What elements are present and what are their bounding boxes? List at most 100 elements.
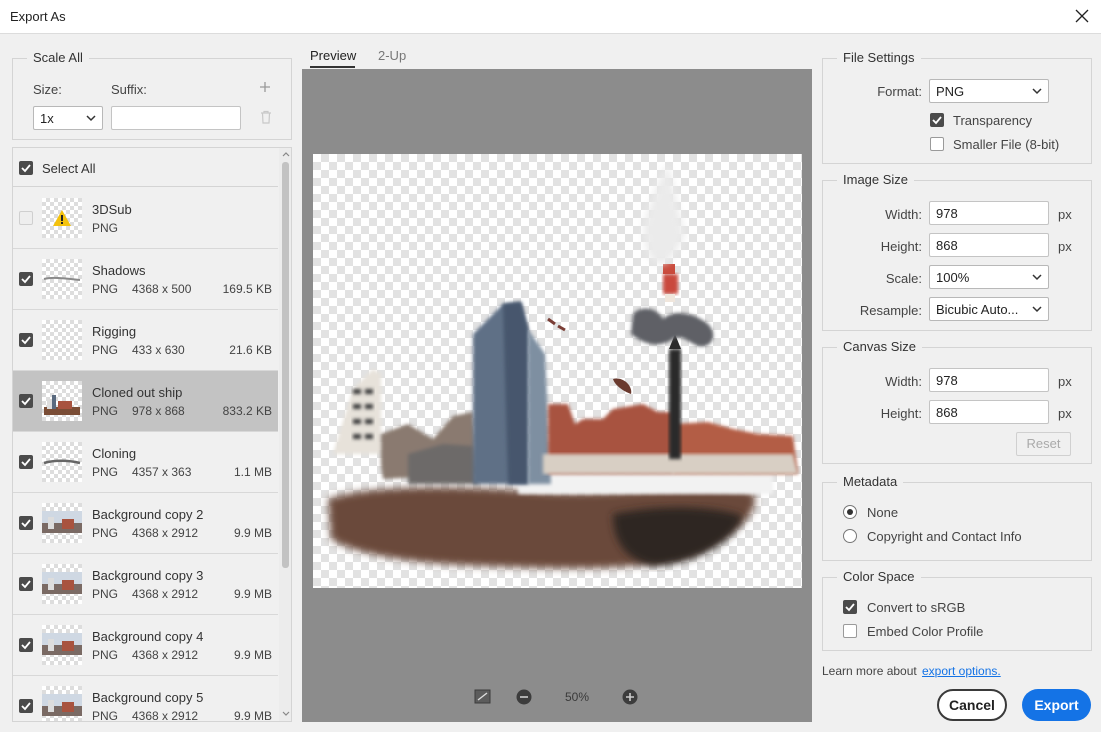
layer-file-size: 169.5 KB — [222, 282, 272, 296]
layer-checkbox[interactable] — [19, 211, 33, 225]
file-settings-legend: File Settings — [837, 50, 921, 65]
metadata-none-label: None — [867, 505, 899, 520]
chevron-down-icon — [1032, 88, 1042, 95]
layer-dimensions: 978 x 868 — [132, 404, 185, 418]
image-width-input[interactable]: 978 — [929, 201, 1049, 225]
layer-format: PNG — [92, 526, 119, 540]
tab-preview[interactable]: Preview — [310, 48, 356, 63]
layer-checkbox[interactable] — [19, 699, 33, 713]
layer-name: Cloning — [92, 446, 137, 461]
format-select-value: PNG — [936, 84, 965, 99]
layer-row[interactable]: Shadows PNG 4368 x 500 169.5 KB — [13, 249, 278, 310]
add-scale-icon[interactable] — [259, 81, 271, 93]
layer-name: Background copy 4 — [92, 629, 204, 644]
layer-file-size: 21.6 KB — [229, 343, 272, 357]
export-button[interactable]: Export — [1022, 689, 1091, 721]
size-select[interactable]: 1x — [33, 106, 103, 130]
resample-label: Resample: — [859, 303, 922, 318]
layer-thumbnail — [42, 564, 82, 604]
layer-checkbox[interactable] — [19, 333, 33, 347]
metadata-copyright-label: Copyright and Contact Info — [867, 529, 1022, 544]
layer-format: PNG — [92, 343, 119, 357]
canvas-height-input[interactable]: 868 — [929, 400, 1049, 424]
image-height-label: Height: — [880, 239, 922, 254]
image-height-input[interactable]: 868 — [929, 233, 1049, 257]
tab-2-up[interactable]: 2-Up — [378, 48, 406, 63]
color-space-group: Color Space Convert to sRGB Embed Color … — [822, 569, 1092, 651]
layer-thumbnail — [42, 442, 82, 482]
scrollbar-thumb[interactable] — [282, 162, 289, 568]
chevron-down-icon — [86, 115, 96, 122]
layer-checkbox[interactable] — [19, 638, 33, 652]
layer-file-size: 9.9 MB — [233, 526, 272, 540]
resample-select[interactable]: Bicubic Auto... — [929, 297, 1049, 321]
layer-dimensions: 433 x 630 — [132, 343, 185, 357]
layer-checkbox[interactable] — [19, 577, 33, 591]
layer-format: PNG — [92, 709, 119, 722]
layer-thumbnail — [42, 625, 82, 665]
embed-profile-checkbox[interactable] — [843, 624, 857, 638]
metadata-none-radio[interactable] — [843, 505, 857, 519]
layer-row[interactable]: Cloned out ship PNG 978 x 868 833.2 KB — [13, 371, 278, 432]
smaller-file-checkbox[interactable] — [930, 137, 944, 151]
layer-row[interactable]: Background copy 3 PNG 4368 x 2912 9.9 MB — [13, 554, 278, 615]
canvas-size-legend: Canvas Size — [837, 339, 922, 354]
layer-file-size: 9.9 MB — [233, 587, 272, 601]
scale-select[interactable]: 100% — [929, 265, 1049, 289]
layer-file-size: 9.9 MB — [233, 648, 272, 662]
canvas-width-input[interactable]: 978 — [929, 368, 1049, 392]
fit-to-screen-icon[interactable] — [474, 689, 491, 704]
scroll-down-icon[interactable] — [282, 711, 290, 717]
layer-format: PNG — [92, 221, 119, 235]
canvas-size-group: Canvas Size Width: 978 px Height: 868 px… — [822, 339, 1092, 464]
layer-name: Cloned out ship — [92, 385, 183, 400]
cancel-button[interactable]: Cancel — [937, 689, 1007, 721]
layer-row[interactable]: Rigging PNG 433 x 630 21.6 KB — [13, 310, 278, 371]
transparency-checkbox[interactable] — [930, 113, 944, 127]
layer-name: Rigging — [92, 324, 137, 339]
format-select[interactable]: PNG — [929, 79, 1049, 103]
layer-dimensions: 4368 x 2912 — [132, 587, 199, 601]
suffix-input[interactable] — [111, 106, 241, 130]
layer-row[interactable]: Background copy 2 PNG 4368 x 2912 9.9 MB — [13, 493, 278, 554]
color-space-legend: Color Space — [837, 569, 921, 584]
layer-row[interactable]: Cloning PNG 4357 x 363 1.1 MB — [13, 432, 278, 493]
layer-format: PNG — [92, 465, 119, 479]
convert-srgb-checkbox[interactable] — [843, 600, 857, 614]
size-label: Size: — [33, 82, 62, 97]
layer-row[interactable]: 3DSub PNG — [13, 188, 278, 249]
zoom-level: 50% — [565, 690, 590, 704]
select-all-checkbox[interactable] — [19, 161, 33, 175]
layer-dimensions: 4357 x 363 — [132, 465, 192, 479]
preview-image — [313, 154, 802, 588]
zoom-out-icon[interactable] — [516, 689, 532, 705]
layer-file-size: 1.1 MB — [233, 465, 272, 479]
metadata-copyright-radio[interactable] — [843, 529, 857, 543]
scale-select-value: 100% — [936, 270, 970, 285]
layer-row[interactable]: Background copy 5 PNG 4368 x 2912 9.9 MB — [13, 676, 278, 722]
zoom-bar: 50% — [302, 684, 812, 710]
select-all-row[interactable]: Select All — [13, 148, 278, 187]
layer-checkbox[interactable] — [19, 394, 33, 408]
export-options-link[interactable]: export options. — [922, 664, 1001, 678]
layer-thumbnail — [42, 503, 82, 543]
layer-dimensions: 4368 x 2912 — [132, 648, 199, 662]
image-size-legend: Image Size — [837, 172, 915, 187]
zoom-in-icon[interactable] — [622, 689, 638, 705]
city-preview-image — [328, 164, 798, 569]
resample-select-value: Bicubic Auto... — [936, 302, 1019, 317]
layer-checkbox[interactable] — [19, 455, 33, 469]
layer-dimensions: 4368 x 2912 — [132, 526, 199, 540]
reset-button[interactable]: Reset — [1016, 432, 1071, 456]
layer-checkbox[interactable] — [19, 272, 33, 286]
layer-checkbox[interactable] — [19, 516, 33, 530]
suffix-label: Suffix: — [111, 82, 147, 97]
layer-thumbnail — [42, 320, 82, 360]
layer-list-scrollbar[interactable] — [279, 148, 291, 721]
select-all-label: Select All — [42, 161, 96, 176]
layer-row[interactable]: Background copy 4 PNG 4368 x 2912 9.9 MB — [13, 615, 278, 676]
trash-icon[interactable] — [260, 110, 272, 124]
layer-thumbnail — [42, 259, 82, 299]
close-icon[interactable] — [1071, 5, 1093, 27]
scroll-up-icon[interactable] — [282, 151, 290, 157]
